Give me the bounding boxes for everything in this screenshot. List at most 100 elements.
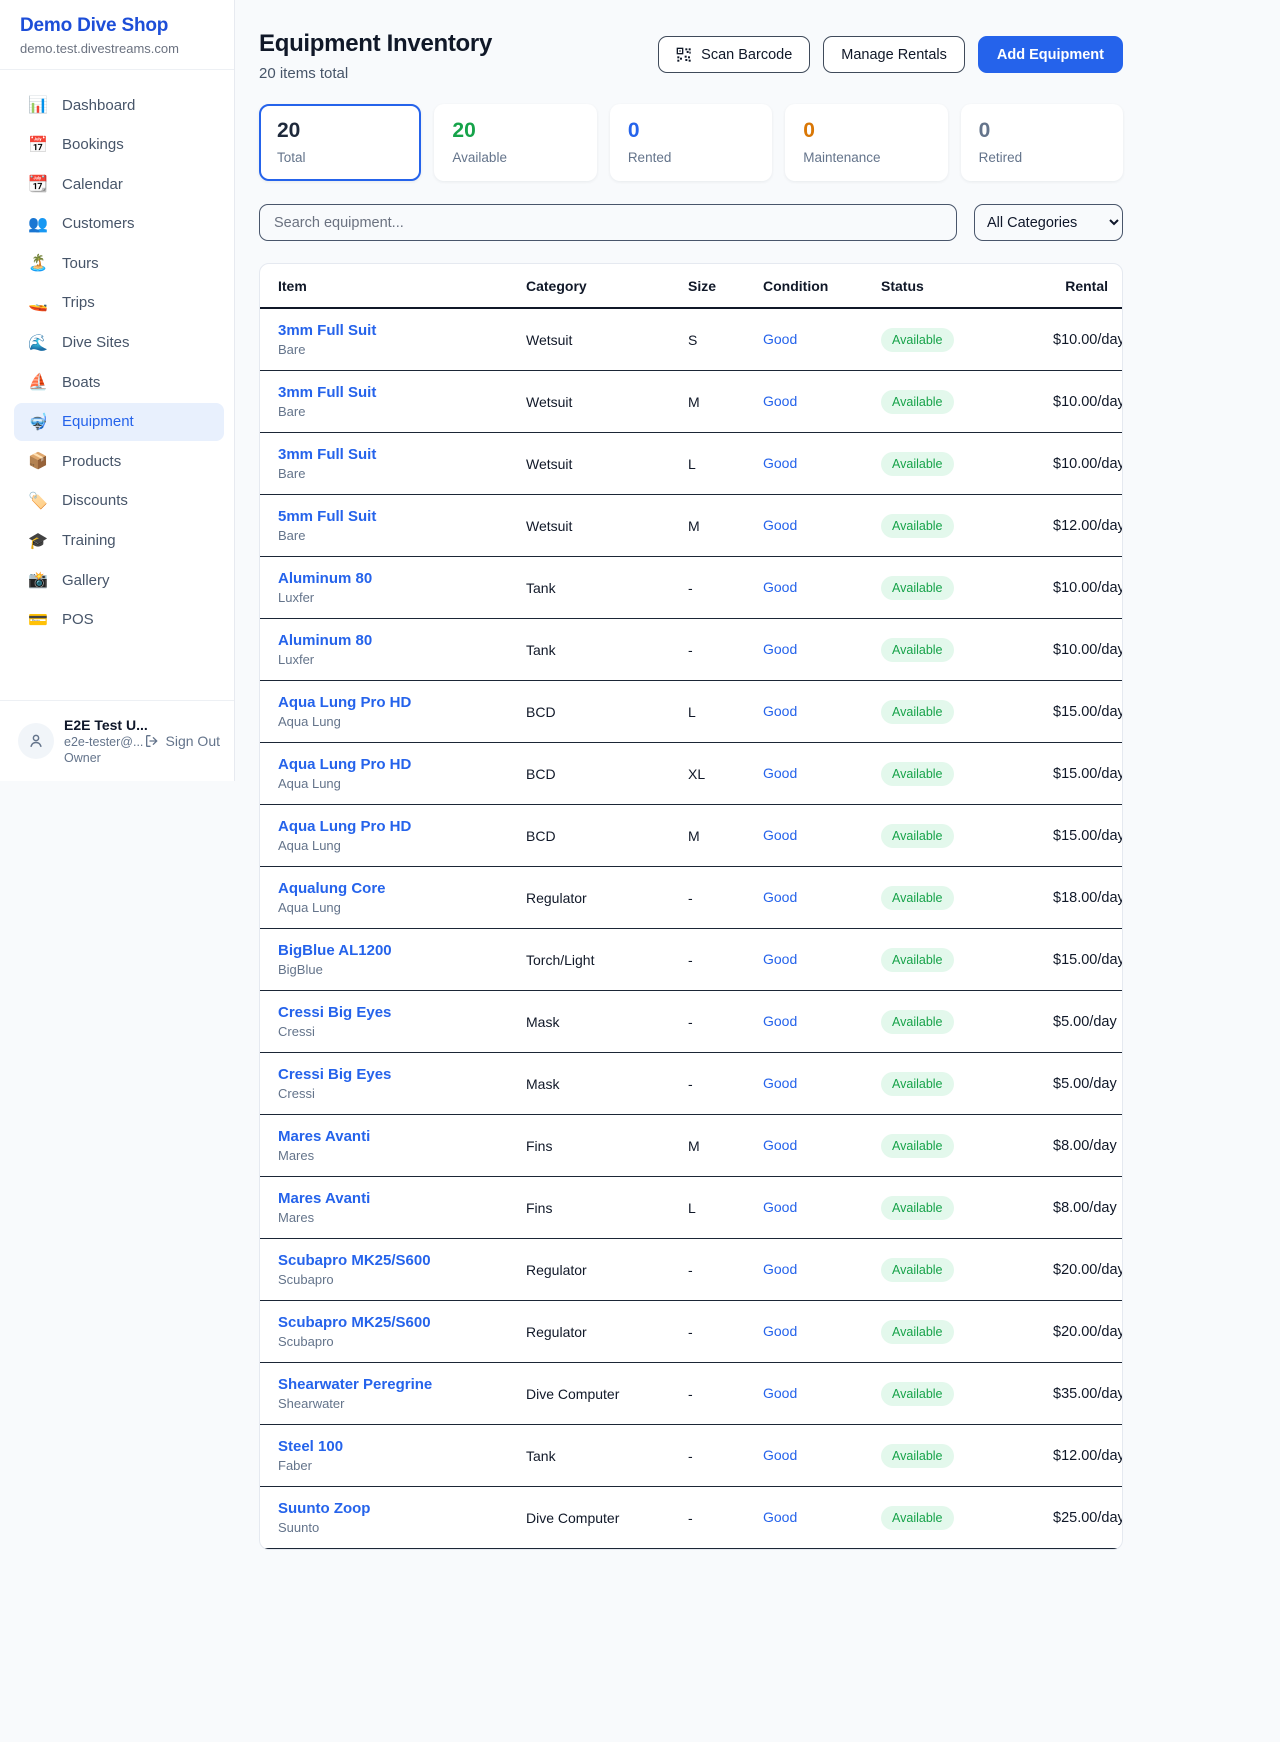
rental-cell: $8.00/day <box>1053 1200 1117 1216</box>
category-cell: Mask <box>526 1076 688 1092</box>
table-header: Item Category Size Condition Status Rent… <box>260 264 1122 309</box>
sidebar-item-label: POS <box>62 611 94 628</box>
condition-link[interactable]: Good <box>763 1261 797 1277</box>
rental-cell: $12.00/day <box>1053 518 1123 534</box>
condition-link[interactable]: Good <box>763 393 797 409</box>
condition-link[interactable]: Good <box>763 641 797 657</box>
sidebar-item-discounts[interactable]: 🏷️ Discounts <box>14 482 224 520</box>
item-link[interactable]: Aqua Lung Pro HD <box>278 756 526 773</box>
sidebar-item-trips[interactable]: 🚤 Trips <box>14 284 224 322</box>
status-badge: Available <box>881 576 954 600</box>
condition-link[interactable]: Good <box>763 517 797 533</box>
item-link[interactable]: Scubapro MK25/S600 <box>278 1252 526 1269</box>
condition-link[interactable]: Good <box>763 1075 797 1091</box>
table-row: 5mm Full Suit Bare Wetsuit M Good Availa… <box>260 495 1122 557</box>
item-link[interactable]: Aqua Lung Pro HD <box>278 694 526 711</box>
sidebar-nav: 📊 Dashboard 📅 Bookings 📆 Calendar 👥 Cust… <box>0 70 234 700</box>
condition-link[interactable]: Good <box>763 1385 797 1401</box>
sidebar-item-dive-sites[interactable]: 🌊 Dive Sites <box>14 324 224 362</box>
condition-link[interactable]: Good <box>763 1137 797 1153</box>
rental-cell: $20.00/day <box>1053 1262 1123 1278</box>
item-link[interactable]: 3mm Full Suit <box>278 322 526 339</box>
item-link[interactable]: Aluminum 80 <box>278 632 526 649</box>
sidebar-item-boats[interactable]: ⛵ Boats <box>14 363 224 401</box>
size-cell: - <box>688 1510 763 1526</box>
stat-label: Retired <box>979 150 1105 165</box>
stat-label: Rented <box>628 150 754 165</box>
item-brand: Bare <box>278 342 526 357</box>
sidebar-item-customers[interactable]: 👥 Customers <box>14 205 224 243</box>
sidebar-item-tours[interactable]: 🏝️ Tours <box>14 244 224 282</box>
condition-link[interactable]: Good <box>763 951 797 967</box>
add-equipment-button[interactable]: Add Equipment <box>978 36 1123 73</box>
status-badge: Available <box>881 762 954 786</box>
rental-cell: $35.00/day <box>1053 1386 1123 1402</box>
condition-link[interactable]: Good <box>763 579 797 595</box>
category-select[interactable]: All Categories <box>974 204 1123 241</box>
condition-link[interactable]: Good <box>763 765 797 781</box>
stat-card-maintenance[interactable]: 0 Maintenance <box>785 104 947 181</box>
item-link[interactable]: BigBlue AL1200 <box>278 942 526 959</box>
status-badge: Available <box>881 1072 954 1096</box>
sidebar-item-training[interactable]: 🎓 Training <box>14 522 224 560</box>
size-cell: - <box>688 1386 763 1402</box>
condition-link[interactable]: Good <box>763 1323 797 1339</box>
condition-link[interactable]: Good <box>763 889 797 905</box>
item-link[interactable]: 5mm Full Suit <box>278 508 526 525</box>
stat-card-available[interactable]: 20 Available <box>434 104 596 181</box>
sidebar-item-bookings[interactable]: 📅 Bookings <box>14 126 224 164</box>
rental-cell: $15.00/day <box>1053 704 1123 720</box>
rental-cell: $10.00/day <box>1053 332 1123 348</box>
condition-link[interactable]: Good <box>763 455 797 471</box>
category-cell: Mask <box>526 1014 688 1030</box>
item-link[interactable]: Cressi Big Eyes <box>278 1066 526 1083</box>
item-link[interactable]: Aluminum 80 <box>278 570 526 587</box>
add-equipment-label: Add Equipment <box>997 47 1104 63</box>
stat-card-retired[interactable]: 0 Retired <box>961 104 1123 181</box>
search-input[interactable] <box>259 204 957 241</box>
nav-icon: 📸 <box>28 570 48 590</box>
stat-card-total[interactable]: 20 Total <box>259 104 421 181</box>
scan-barcode-button[interactable]: Scan Barcode <box>658 36 810 73</box>
item-link[interactable]: Scubapro MK25/S600 <box>278 1314 526 1331</box>
item-link[interactable]: Suunto Zoop <box>278 1500 526 1517</box>
condition-link[interactable]: Good <box>763 1199 797 1215</box>
category-cell: Tank <box>526 580 688 596</box>
sidebar: Demo Dive Shop demo.test.divestreams.com… <box>0 0 235 781</box>
item-link[interactable]: Steel 100 <box>278 1438 526 1455</box>
sidebar-item-products[interactable]: 📦 Products <box>14 442 224 480</box>
condition-link[interactable]: Good <box>763 1013 797 1029</box>
sidebar-item-label: Calendar <box>62 176 123 193</box>
stat-value: 20 <box>277 119 403 143</box>
manage-rentals-label: Manage Rentals <box>841 47 947 63</box>
item-link[interactable]: 3mm Full Suit <box>278 384 526 401</box>
condition-link[interactable]: Good <box>763 331 797 347</box>
item-link[interactable]: Mares Avanti <box>278 1128 526 1145</box>
item-link[interactable]: Shearwater Peregrine <box>278 1376 526 1393</box>
nav-icon: 🏝️ <box>28 253 48 273</box>
item-link[interactable]: 3mm Full Suit <box>278 446 526 463</box>
sidebar-item-calendar[interactable]: 📆 Calendar <box>14 165 224 203</box>
sidebar-item-gallery[interactable]: 📸 Gallery <box>14 561 224 599</box>
item-link[interactable]: Mares Avanti <box>278 1190 526 1207</box>
item-link[interactable]: Cressi Big Eyes <box>278 1004 526 1021</box>
condition-link[interactable]: Good <box>763 827 797 843</box>
item-cell: Mares Avanti Mares <box>278 1190 526 1225</box>
manage-rentals-button[interactable]: Manage Rentals <box>823 36 965 73</box>
rental-cell: $15.00/day <box>1053 952 1123 968</box>
table-row: Scubapro MK25/S600 Scubapro Regulator - … <box>260 1301 1122 1363</box>
condition-link[interactable]: Good <box>763 703 797 719</box>
sidebar-item-pos[interactable]: 💳 POS <box>14 601 224 639</box>
table-row: Scubapro MK25/S600 Scubapro Regulator - … <box>260 1239 1122 1301</box>
table-row: Mares Avanti Mares Fins L Good Available… <box>260 1177 1122 1239</box>
stat-card-rented[interactable]: 0 Rented <box>610 104 772 181</box>
item-brand: Suunto <box>278 1520 526 1535</box>
condition-link[interactable]: Good <box>763 1509 797 1525</box>
condition-link[interactable]: Good <box>763 1447 797 1463</box>
sidebar-item-dashboard[interactable]: 📊 Dashboard <box>14 86 224 124</box>
table-row: Suunto Zoop Suunto Dive Computer - Good … <box>260 1487 1122 1549</box>
sidebar-item-equipment[interactable]: 🤿 Equipment <box>14 403 224 441</box>
sign-out-button[interactable]: Sign Out <box>144 733 220 749</box>
item-link[interactable]: Aqua Lung Pro HD <box>278 818 526 835</box>
item-link[interactable]: Aqualung Core <box>278 880 526 897</box>
